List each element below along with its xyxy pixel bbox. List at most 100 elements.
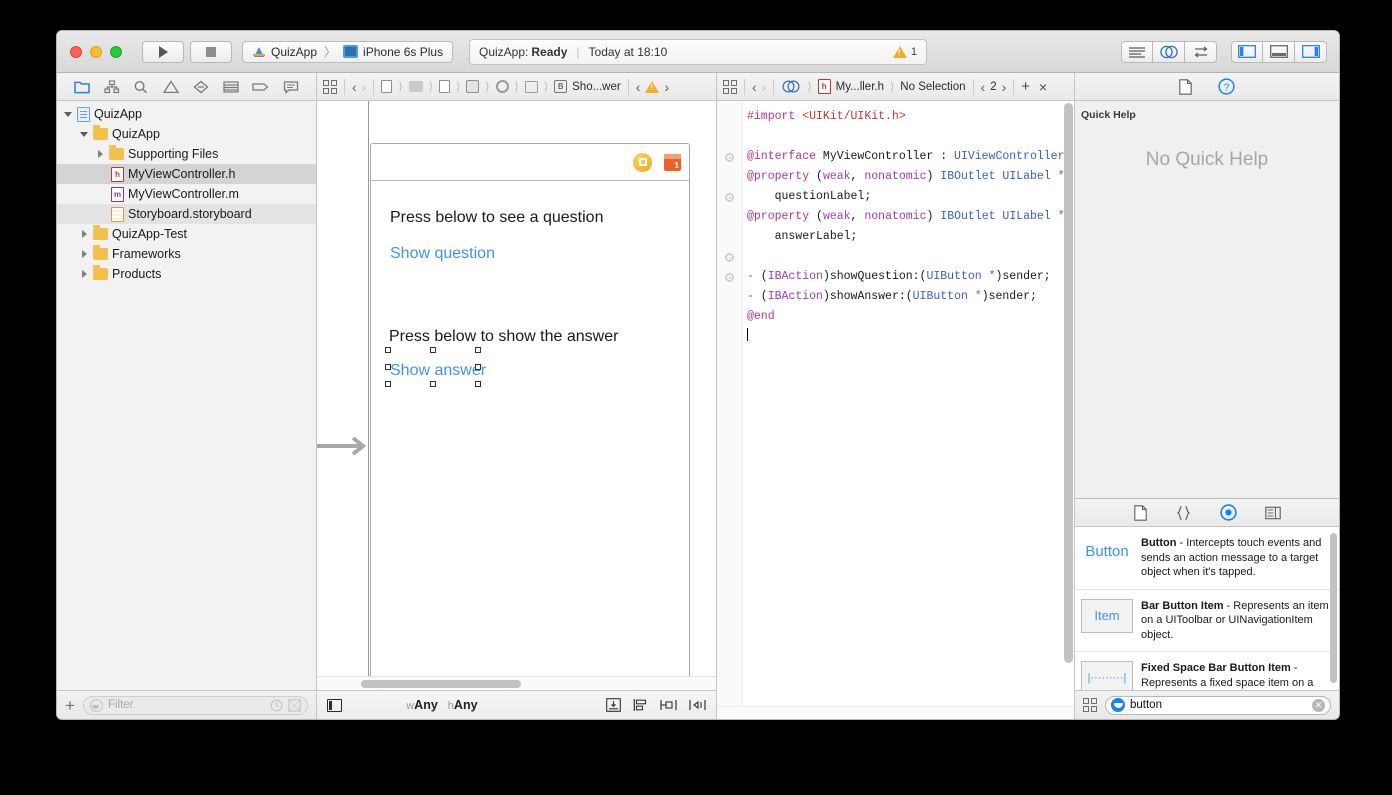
- selection-handle[interactable]: [385, 381, 391, 387]
- ibaction-connection-marker[interactable]: [725, 193, 734, 202]
- storyboard-file-icon[interactable]: [466, 80, 480, 93]
- close-window-button[interactable]: [70, 45, 82, 58]
- source-control-navigator-icon[interactable]: [104, 79, 120, 94]
- file-inspector-icon[interactable]: [1179, 78, 1192, 95]
- document-outline-toggle-icon[interactable]: [327, 698, 342, 712]
- filter-scm-icon[interactable]: [288, 698, 301, 712]
- ib-crumb-label[interactable]: Sho...wer: [572, 81, 621, 93]
- debug-navigator-icon[interactable]: [223, 80, 239, 94]
- embed-in-icon[interactable]: [606, 698, 621, 712]
- tree-row[interactable]: Supporting Files: [57, 144, 316, 164]
- toggle-utilities-button[interactable]: [1295, 40, 1327, 63]
- ibaction-connection-marker[interactable]: [725, 253, 734, 262]
- add-file-button[interactable]: +: [65, 697, 75, 714]
- clock-icon[interactable]: [270, 699, 283, 712]
- grid-layout-icon[interactable]: [1083, 698, 1097, 712]
- stop-button[interactable]: [190, 40, 232, 63]
- quick-help-inspector-icon[interactable]: ?: [1218, 78, 1235, 95]
- scheme-destination-selector[interactable]: QuizApp 〉 iPhone 6s Plus: [242, 40, 454, 63]
- question-label[interactable]: Press below to see a question: [390, 209, 603, 227]
- object-library-list[interactable]: Button Button - Intercepts touch events …: [1075, 527, 1339, 690]
- folder-icon[interactable]: [408, 81, 423, 92]
- issue-navigator-icon[interactable]: [163, 79, 180, 94]
- warning-icon[interactable]: [645, 80, 660, 93]
- project-navigator-icon[interactable]: [74, 80, 90, 94]
- selection-handle[interactable]: [430, 347, 436, 353]
- disclosure-triangle-icon[interactable]: [63, 109, 73, 119]
- group-icon[interactable]: [438, 80, 450, 93]
- document-icon[interactable]: [381, 80, 393, 93]
- tree-row[interactable]: QuizApp: [57, 124, 316, 144]
- next-issue-button[interactable]: ›: [664, 79, 669, 95]
- close-assistant-editor-button[interactable]: ×: [1039, 79, 1047, 95]
- editor-gutter[interactable]: [717, 101, 743, 719]
- tree-row[interactable]: Frameworks: [57, 244, 316, 264]
- view-icon[interactable]: [524, 80, 538, 93]
- find-navigator-icon[interactable]: [133, 80, 149, 94]
- align-icon[interactable]: [633, 698, 648, 712]
- selection-handle[interactable]: [385, 364, 391, 370]
- view-controller-badge-icon[interactable]: [633, 152, 652, 172]
- version-editor-button[interactable]: [1185, 40, 1217, 63]
- related-items-icon[interactable]: [323, 79, 337, 94]
- assistant-editor-icon[interactable]: [781, 80, 801, 93]
- canvas-horizontal-scrollbar[interactable]: [317, 676, 716, 690]
- selection-handle[interactable]: [475, 347, 481, 353]
- library-item-bar-button-item[interactable]: Item Bar Button Item - Represents an ite…: [1075, 590, 1339, 652]
- button-icon[interactable]: B: [554, 80, 568, 93]
- pin-icon[interactable]: [660, 698, 677, 712]
- file-template-library-icon[interactable]: [1133, 504, 1147, 521]
- view-controller-scene[interactable]: 1 Press below to see a question Show que…: [370, 143, 690, 690]
- object-library-icon[interactable]: [1219, 504, 1237, 521]
- standard-editor-button[interactable]: [1121, 40, 1153, 63]
- tree-row[interactable]: QuizApp-Test: [57, 224, 316, 244]
- first-responder-badge-icon[interactable]: 1: [664, 153, 681, 171]
- activity-status-bar[interactable]: QuizApp: Ready | Today at 18:10 1: [469, 38, 927, 65]
- add-assistant-editor-button[interactable]: +: [1021, 78, 1030, 95]
- disclosure-triangle-icon[interactable]: [95, 149, 105, 159]
- zoom-window-button[interactable]: [110, 45, 122, 58]
- library-scrollbar-thumb[interactable]: [1330, 533, 1337, 683]
- disclosure-triangle-icon[interactable]: [79, 269, 89, 279]
- previous-issue-button[interactable]: ‹: [636, 79, 641, 95]
- disclosure-triangle-icon[interactable]: [79, 229, 89, 239]
- library-item-fixed-space-bar-button-item[interactable]: |·········| Fixed Space Bar Button Item …: [1075, 652, 1339, 690]
- selection-handle[interactable]: [385, 347, 391, 353]
- counter-previous-button[interactable]: ‹: [981, 79, 986, 95]
- disclosure-triangle-icon[interactable]: [79, 249, 89, 259]
- minimize-window-button[interactable]: [90, 45, 102, 58]
- library-search-field[interactable]: button ✕: [1105, 695, 1331, 715]
- test-navigator-icon[interactable]: [193, 80, 209, 94]
- size-class-indicator[interactable]: wAny hAny: [406, 698, 477, 712]
- selection-handle[interactable]: [475, 364, 481, 370]
- toggle-navigator-button[interactable]: [1231, 40, 1263, 63]
- clear-icon[interactable]: ✕: [1312, 698, 1325, 712]
- code-horizontal-scrollbar[interactable]: [717, 706, 1074, 719]
- code-vertical-scrollbar[interactable]: [1064, 103, 1073, 690]
- navigator-filter-field[interactable]: Filter: [82, 695, 308, 715]
- forward-button[interactable]: ›: [362, 79, 367, 95]
- scrollbar-thumb[interactable]: [361, 680, 521, 688]
- ibaction-connection-marker[interactable]: [725, 273, 734, 282]
- back-button[interactable]: ‹: [352, 79, 357, 95]
- tree-row-myviewcontroller-h[interactable]: h MyViewController.h: [57, 164, 316, 184]
- code-file-name[interactable]: My...ller.h: [836, 81, 884, 93]
- code-text-area[interactable]: #import <UIKit/UIKit.h> @interface MyVie…: [717, 101, 1074, 719]
- media-library-icon[interactable]: [1264, 506, 1281, 520]
- code-source-text[interactable]: #import <UIKit/UIKit.h> @interface MyVie…: [743, 101, 1074, 719]
- report-navigator-icon[interactable]: [283, 80, 299, 94]
- code-selection-label[interactable]: No Selection: [900, 81, 965, 93]
- show-question-button[interactable]: Show question: [390, 245, 495, 263]
- header-file-icon[interactable]: h: [817, 79, 831, 94]
- storyboard-canvas[interactable]: 1 Press below to see a question Show que…: [317, 101, 716, 690]
- counter-next-button[interactable]: ›: [1002, 79, 1007, 95]
- library-item-button[interactable]: Button Button - Intercepts touch events …: [1075, 527, 1339, 590]
- resolve-auto-layout-icon[interactable]: [689, 698, 706, 712]
- tree-row[interactable]: Products: [57, 264, 316, 284]
- tree-row[interactable]: QuizApp: [57, 104, 316, 124]
- project-navigator-tree[interactable]: QuizApp QuizApp Supporting Files h MyVie…: [57, 101, 316, 690]
- assistant-editor-button[interactable]: [1153, 40, 1185, 63]
- run-button[interactable]: [142, 40, 184, 63]
- tree-row-myviewcontroller-m[interactable]: m MyViewController.m: [57, 184, 316, 204]
- show-answer-button[interactable]: Show answer: [390, 362, 486, 380]
